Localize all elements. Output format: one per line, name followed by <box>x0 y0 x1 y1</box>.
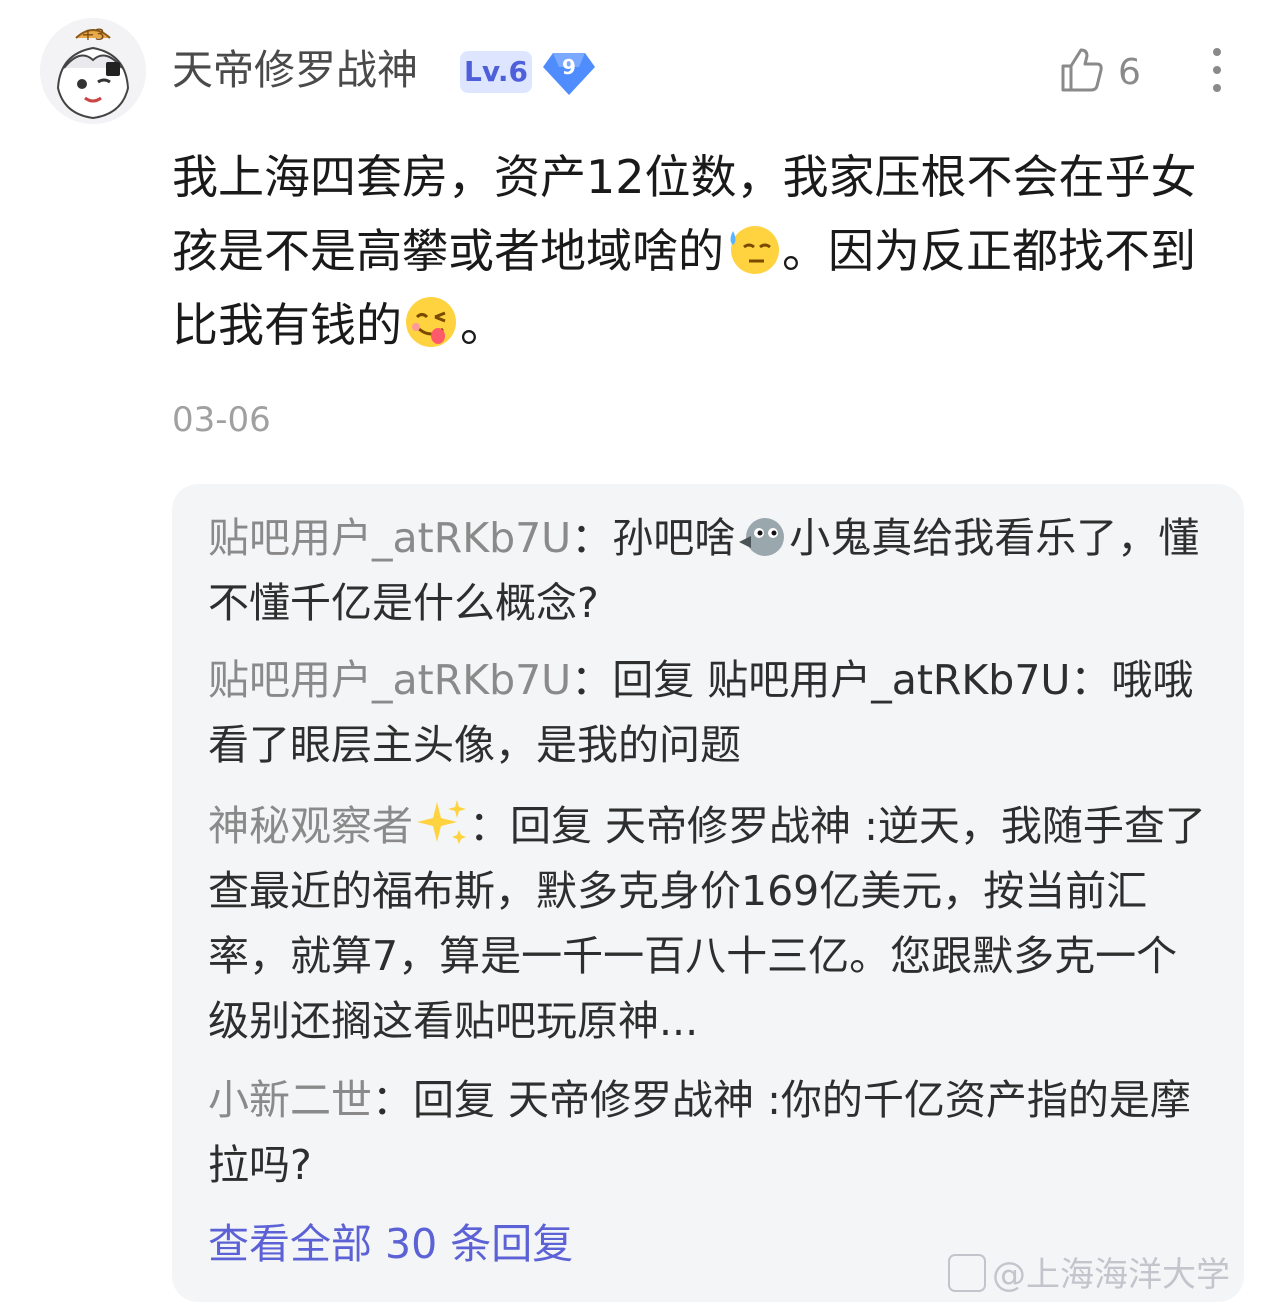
reply-author[interactable]: 小新二世 <box>208 1076 372 1124</box>
reply-panel: 贴吧用户_atRKb7U：孙吧啥 小鬼真给我看乐了，懂不懂千亿是什么概念? 贴吧用… <box>172 484 1244 1302</box>
reply-item[interactable]: 贴吧用户_atRKb7U：孙吧啥 小鬼真给我看乐了，懂不懂千亿是什么概念? <box>208 506 1218 636</box>
watermark-text: @上海海洋大学 <box>992 1255 1230 1295</box>
view-all-replies-link[interactable]: 查看全部 30 条回复 <box>208 1214 573 1274</box>
like-count: 6 <box>1118 52 1141 93</box>
bird-face-icon <box>739 518 785 556</box>
sweat-smile-emoji <box>730 226 779 274</box>
user-avatar[interactable]: +3 <box>40 18 146 124</box>
reply-item[interactable]: 小新二世：回复 天帝修罗战神 :你的千亿资产指的是摩拉吗? <box>208 1068 1218 1198</box>
reply-author[interactable]: 贴吧用户_atRKb7U <box>208 656 571 704</box>
reply-author[interactable]: 贴吧用户_atRKb7U <box>208 514 571 562</box>
more-vertical-icon[interactable] <box>1204 46 1230 94</box>
tongue-emoji <box>406 297 456 347</box>
reply-item[interactable]: 神秘观察者 ：回复 天帝修罗战神 :逆天，我随手查了查最近的福布斯，默多克身价16… <box>208 794 1218 1054</box>
svg-text:+3: +3 <box>81 25 105 44</box>
thumbs-up-icon[interactable] <box>1057 46 1105 94</box>
reply-item[interactable]: 贴吧用户_atRKb7U：回复 贴吧用户_atRKb7U：哦哦看了眼层主头像，是… <box>208 648 1218 778</box>
gem-level: 9 <box>562 55 576 79</box>
reply-text: ：孙吧啥 <box>571 514 736 562</box>
post-date: 03-06 <box>172 400 271 440</box>
post-content: 我上海四套房，资产12位数，我家压根不会在乎女孩是不是高攀或者地域啥的 。因为反正… <box>172 140 1232 362</box>
content-part-3: 。 <box>460 298 506 352</box>
level-badge: Lv.6 <box>460 51 532 93</box>
watermark: @上海海洋大学 <box>948 1252 1230 1298</box>
reply-author[interactable]: 神秘观察者 <box>208 802 413 850</box>
watermark-logo-icon <box>948 1254 986 1292</box>
username[interactable]: 天帝修罗战神 <box>172 44 418 96</box>
diamond-icon: 9 <box>543 47 595 97</box>
sparkles-icon <box>417 800 466 844</box>
